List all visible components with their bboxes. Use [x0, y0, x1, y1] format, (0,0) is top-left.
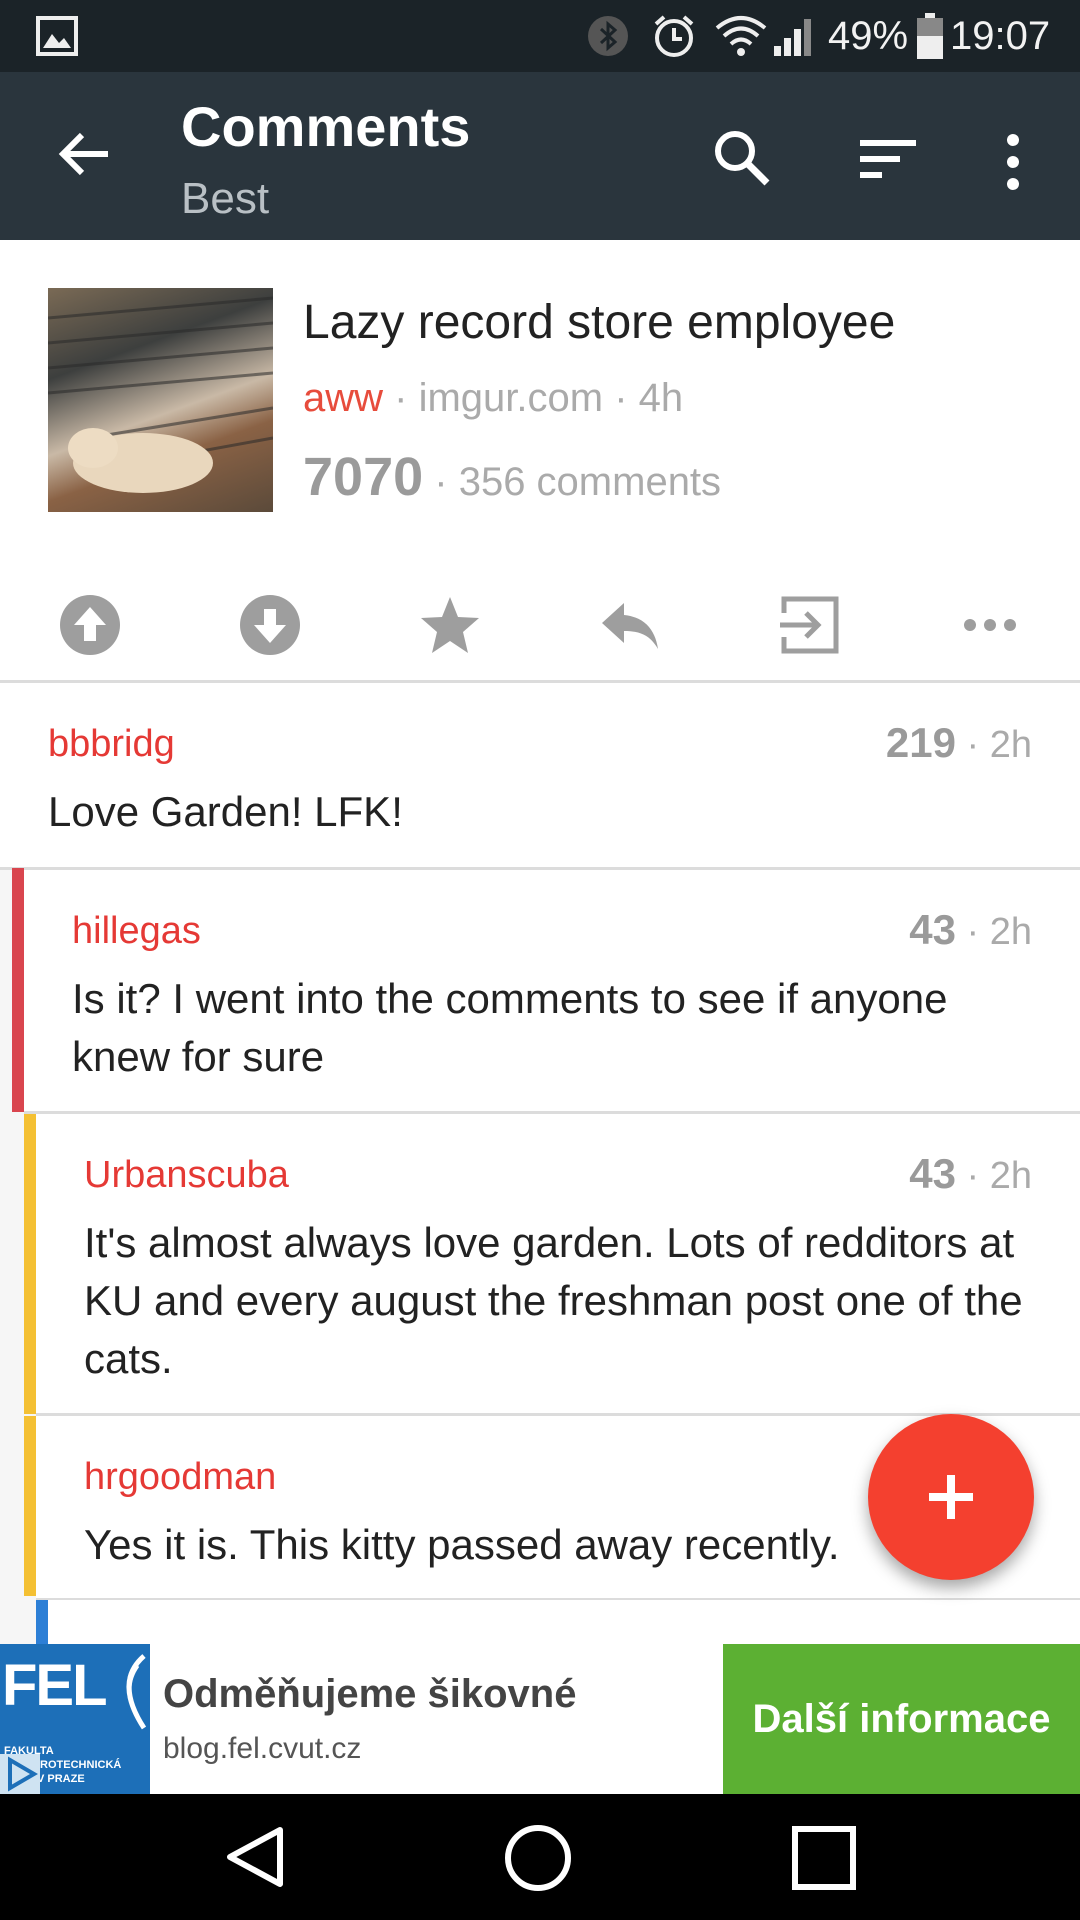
new-comment-button[interactable] [868, 1414, 1034, 1580]
back-nav-icon[interactable] [222, 1824, 288, 1890]
exit-to-app-icon [780, 596, 839, 654]
more-horizontal-icon [964, 619, 1016, 631]
ad-logo-text: FEL [2, 1653, 108, 1718]
ad-logo-mark [126, 1654, 147, 1730]
star-icon [421, 597, 479, 653]
battery-icon [917, 13, 943, 59]
comment[interactable] [48, 1600, 1080, 1644]
overflow-menu-icon[interactable] [1001, 132, 1025, 192]
save-button[interactable] [405, 570, 495, 680]
comment[interactable]: Urbanscuba 43 · 2h It's almost always lo… [36, 1114, 1080, 1414]
meta-dot: · [966, 911, 990, 953]
gallery-icon [36, 16, 78, 56]
battery-percent: 49% [828, 14, 909, 58]
post-meta: aww · imgur.com · 4h [303, 376, 683, 421]
comment[interactable]: hillegas 43 · 2h Is it? I went into the … [24, 870, 1080, 1112]
depth-bar [12, 868, 24, 1112]
comment-author[interactable]: hillegas [72, 910, 201, 953]
subreddit-link[interactable]: aww [303, 376, 383, 420]
comment-meta: 219 · 2h [886, 719, 1032, 767]
search-icon[interactable] [712, 128, 772, 188]
recents-nav-icon[interactable] [792, 1826, 856, 1890]
back-arrow-icon[interactable] [56, 126, 112, 182]
upvote-button[interactable] [45, 570, 135, 680]
comment-body: Is it? I went into the comments to see i… [72, 975, 948, 1080]
comment-points: 43 [909, 906, 956, 953]
bluetooth-icon [588, 16, 628, 56]
post-header: Lazy record store employee aww · imgur.c… [0, 240, 1080, 682]
meta-dot: · [434, 460, 459, 504]
post-score: 7070 [303, 447, 424, 507]
comment-author[interactable]: hrgoodman [84, 1456, 276, 1499]
post-domain[interactable]: imgur.com [419, 376, 604, 420]
thumbnail-image [48, 296, 273, 493]
meta-dot: · [394, 376, 419, 420]
app-bar: Comments Best [0, 72, 1080, 240]
ad-url: blog.fel.cvut.cz [163, 1732, 362, 1765]
depth-bar [24, 1416, 36, 1596]
comment-age: 2h [989, 1155, 1032, 1197]
downvote-button[interactable] [225, 570, 315, 680]
comment-age: 2h [989, 911, 1032, 953]
comment-body: It's almost always love garden. Lots of … [84, 1219, 1023, 1382]
ad-banner[interactable]: FEL FAKULTA ELEKTROTECHNICKÁ ČVUT V PRAZ… [0, 1644, 1080, 1794]
comment-points: 43 [909, 1150, 956, 1197]
comment-meta: 43 · 2h [909, 1150, 1032, 1198]
comment-body: Love Garden! LFK! [48, 788, 403, 835]
meta-dot: · [966, 1155, 990, 1197]
reply-button[interactable] [585, 570, 675, 680]
ad-cta-button[interactable]: Další informace [723, 1644, 1080, 1794]
page-title: Comments [181, 95, 471, 158]
home-nav-icon[interactable] [504, 1824, 572, 1892]
sort-subtitle: Best [181, 174, 270, 223]
post-title[interactable]: Lazy record store employee [303, 295, 895, 350]
depth-bar [36, 1600, 48, 1644]
comment-points: 219 [885, 719, 956, 766]
comment-count: 356 comments [458, 460, 722, 504]
open-link-button[interactable] [765, 570, 855, 680]
meta-dot: · [614, 376, 639, 420]
wifi-icon [715, 16, 767, 56]
ad-title: Odměňujeme šikovné [163, 1672, 577, 1716]
depth-bar [24, 1114, 36, 1414]
post-actions [0, 570, 1080, 680]
comment-meta: 43 · 2h [909, 906, 1032, 954]
post-score-line: 7070 · 356 comments [303, 446, 721, 508]
ad-choices-icon[interactable] [0, 1754, 40, 1794]
comment-author[interactable]: Urbanscuba [84, 1154, 289, 1197]
meta-dot: · [966, 724, 990, 766]
downvote-icon [240, 595, 300, 655]
navigation-bar [0, 1794, 1080, 1920]
signal-icon [774, 19, 811, 56]
comment-author[interactable]: bbbridg [48, 723, 175, 766]
status-bar: 49% 19:07 [0, 0, 1080, 72]
post-age: 4h [638, 376, 684, 420]
upvote-icon [60, 595, 120, 655]
ad-logo: FEL FAKULTA ELEKTROTECHNICKÁ ČVUT V PRAZ… [0, 1644, 150, 1794]
comment[interactable]: bbbridg 219 · 2h Love Garden! LFK! [0, 683, 1080, 867]
more-actions-button[interactable] [945, 570, 1035, 680]
alarm-icon [654, 15, 694, 57]
post-thumbnail[interactable] [48, 288, 273, 512]
sort-icon[interactable] [858, 136, 918, 182]
clock: 19:07 [950, 14, 1051, 58]
comment-age: 2h [989, 724, 1032, 766]
plus-icon [929, 1475, 973, 1519]
reply-icon [602, 603, 658, 649]
